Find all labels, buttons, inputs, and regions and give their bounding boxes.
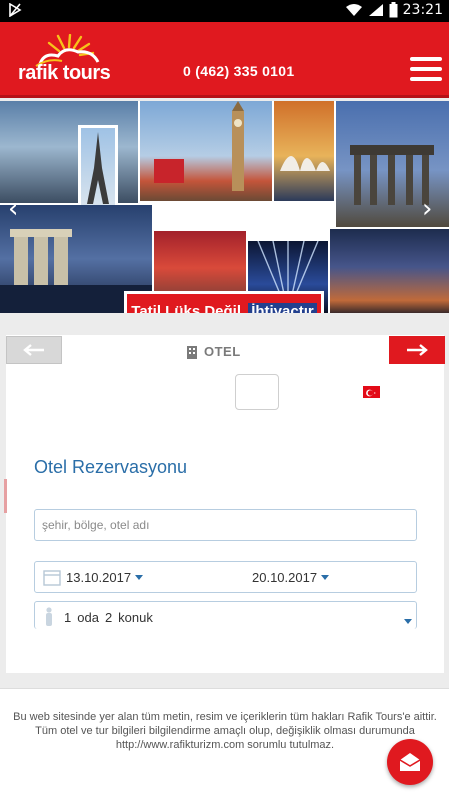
checkin-date-value: 13.10.2017 — [66, 570, 132, 585]
next-tab-button[interactable] — [389, 336, 445, 364]
logo[interactable]: rafik tours — [18, 34, 118, 90]
language-selector[interactable] — [235, 374, 279, 410]
hamburger-icon-bar — [410, 67, 442, 71]
rooms-guests-selector[interactable]: 1 oda 2 konuk — [34, 601, 417, 629]
city-photo-tile — [330, 229, 449, 313]
tab-otel-label: OTEL — [204, 344, 241, 359]
calendar-icon — [43, 570, 61, 586]
copyright-notice: Bu web sitesinde yer alan tüm metin, res… — [13, 711, 437, 751]
envelope-icon — [399, 753, 421, 771]
rooms-label: oda — [77, 610, 99, 625]
city-photo-tile — [274, 101, 334, 201]
wifi-icon — [345, 4, 362, 16]
guests-count: 2 — [104, 610, 113, 625]
chevron-down-icon — [135, 575, 144, 580]
arrow-right-icon — [407, 344, 428, 356]
slogan-text: Tatil Lüks Değil, — [131, 302, 246, 314]
big-ben-icon — [154, 101, 244, 191]
chevron-down-icon — [321, 575, 330, 580]
contact-fab-button[interactable] — [387, 739, 433, 785]
hero-banner[interactable]: Tatil Lüks Değil, İhtiyaçtır — [0, 101, 449, 313]
opera-house-icon — [280, 156, 330, 171]
city-photo-tile — [140, 101, 272, 201]
phone-number[interactable]: 0 (462) 335 0101 — [183, 63, 294, 79]
form-title: Otel Rezervasyonu — [34, 457, 188, 477]
logo-text: rafik tours — [18, 62, 111, 84]
banner-prev-button[interactable]: ‹ — [8, 196, 28, 222]
signal-icon — [368, 4, 383, 16]
side-accent — [4, 479, 7, 513]
hamburger-menu-button[interactable] — [410, 57, 442, 85]
banner-next-button[interactable]: › — [422, 196, 442, 222]
hamburger-icon-bar — [410, 57, 442, 61]
banner-slogan: Tatil Lüks Değil, İhtiyaçtır — [124, 291, 324, 313]
hotel-building-icon — [187, 345, 197, 359]
checkout-date[interactable]: 20.10.2017 — [252, 570, 330, 585]
clock: 23:21 — [402, 2, 443, 18]
guests-label: konuk — [118, 610, 153, 625]
chevron-down-icon — [404, 619, 412, 624]
destination-search-input[interactable]: şehir, bölge, otel adı — [34, 509, 417, 541]
notification-icon — [9, 3, 22, 17]
site-footer: Bu web sitesinde yer alan tüm metin, res… — [0, 688, 449, 800]
person-icon — [46, 607, 52, 626]
battery-icon — [389, 2, 398, 18]
rooms-count: 1 — [64, 610, 72, 625]
search-panel-area — [0, 313, 449, 688]
date-range-field[interactable]: 13.10.2017 20.10.2017 — [34, 561, 417, 593]
checkin-date[interactable]: 13.10.2017 — [66, 570, 144, 585]
rooms-guests-text: 1 oda 2 konuk — [64, 610, 153, 625]
eiffel-tower-icon — [87, 132, 109, 204]
arrow-left-icon — [23, 344, 44, 356]
status-bar: 23:21 — [0, 0, 449, 22]
slogan-highlight: İhtiyaçtır — [248, 302, 317, 313]
checkout-date-value: 20.10.2017 — [252, 570, 318, 585]
tab-otel[interactable]: OTEL — [186, 344, 241, 359]
turkish-flag-icon[interactable] — [363, 386, 380, 398]
prev-tab-button[interactable] — [6, 336, 62, 364]
city-photo-tile — [78, 125, 118, 210]
site-header: rafik tours 0 (462) 335 0101 — [0, 22, 449, 98]
hamburger-icon-bar — [410, 77, 442, 81]
